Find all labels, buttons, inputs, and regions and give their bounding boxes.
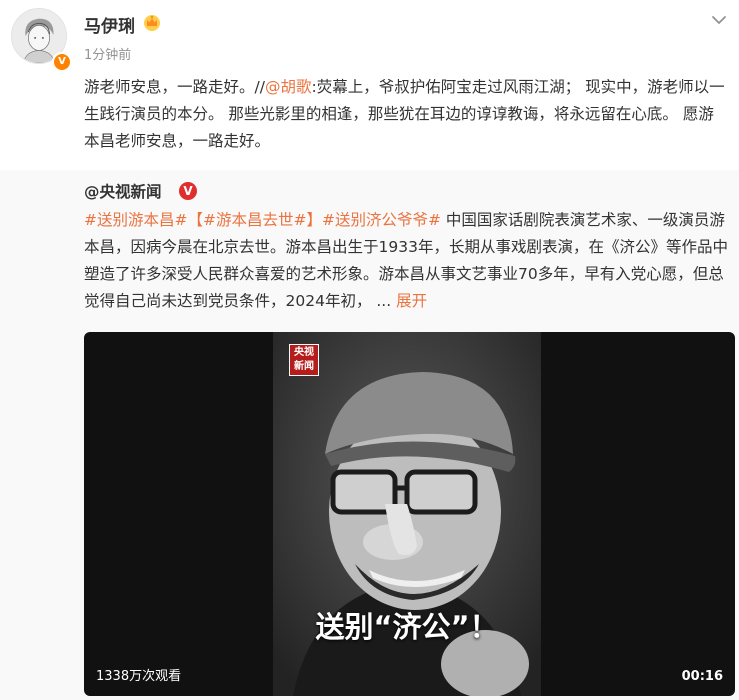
topic-tag[interactable]: 【#游本昌去世#】 [187,211,321,229]
mention-link[interactable]: @胡歌 [265,78,312,96]
logo-line-1: 央视 [294,347,314,358]
weibo-post: V 马伊琍 1分钟前 游老师安息，一路走好。//@胡歌:荧幕上，爷叔护佑阿宝走过… [0,0,739,700]
repost-text: #送别游本昌#【#游本昌去世#】#送别济公爷爷# 中国国家话剧院表演艺术家、一级… [84,207,729,315]
view-count: 1338万次观看 [96,669,182,684]
repost-card[interactable]: @央视新闻 V #送别游本昌#【#游本昌去世#】#送别济公爷爷# 中国国家话剧院… [0,170,739,700]
video-duration: 00:16 [681,669,723,684]
post-text-prefix: 游老师安息，一路走好。// [84,78,265,96]
repost-author[interactable]: @央视新闻 [84,180,162,202]
crown-icon [144,15,160,31]
cctv-news-logo: 央视 新闻 [289,344,319,376]
post-text: 游老师安息，一路走好。//@胡歌:荧幕上，爷叔护佑阿宝走过风雨江湖； 现实中，游… [84,74,729,155]
topic-tag[interactable]: #送别游本昌# [84,211,187,229]
ellipsis: ... [371,292,397,310]
expand-link[interactable]: 展开 [396,292,427,310]
topic-tag[interactable]: #送别济公爷爷# [322,211,441,229]
verified-badge-icon: V [179,182,197,200]
user-name[interactable]: 马伊琍 [84,12,135,37]
chevron-down-icon[interactable] [709,10,729,30]
video-frame[interactable]: 央视新闻 送别“济公”！ [273,332,541,696]
video-player[interactable]: 央视新闻 送别“济公”！ 1338万次观看 00:16 [84,332,735,696]
post-time[interactable]: 1分钟前 [84,44,131,63]
logo-line-2: 新闻 [294,361,314,372]
video-caption: 送别“济公”！ [315,610,499,644]
verified-badge-icon: V [52,52,72,72]
